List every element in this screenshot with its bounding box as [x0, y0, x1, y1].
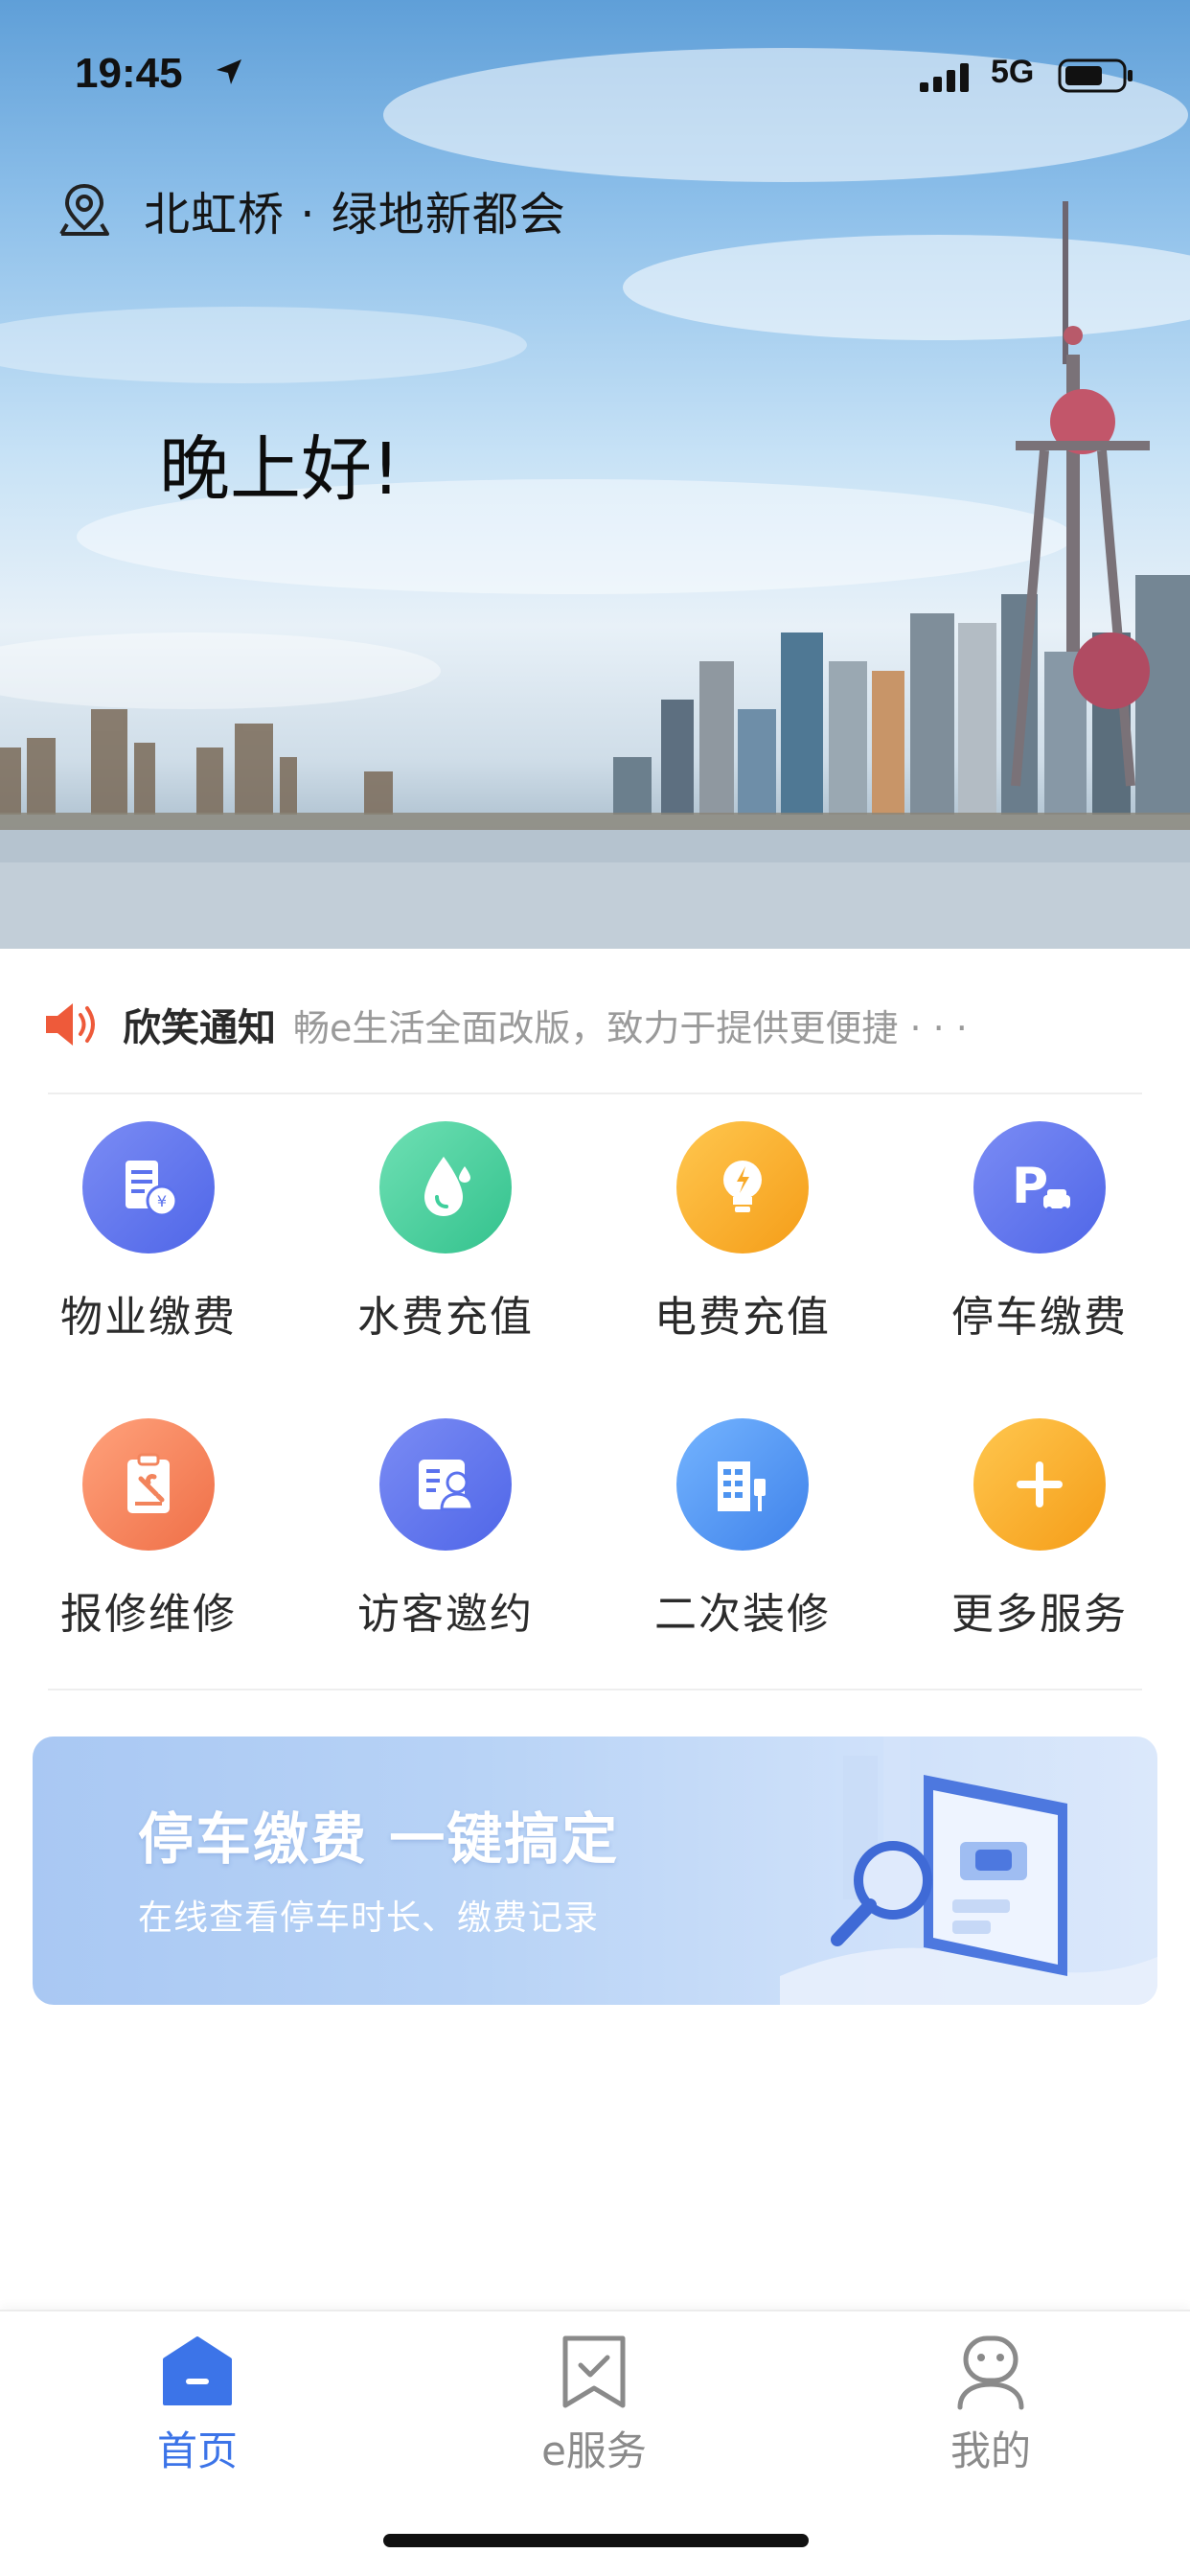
- building-brush-icon: [676, 1418, 809, 1551]
- plus-icon: [973, 1418, 1106, 1551]
- service-property-fee[interactable]: ¥ 物业缴费: [0, 1112, 297, 1351]
- service-label: 水费充值: [357, 1293, 534, 1342]
- status-bar: 19:45 5G: [0, 0, 1190, 144]
- service-label: 访客邀约: [357, 1590, 534, 1639]
- service-label: 报修维修: [60, 1590, 237, 1639]
- service-label: 更多服务: [951, 1590, 1128, 1639]
- parking-promo-banner[interactable]: 停车缴费 一键搞定 在线查看停车时长、缴费记录: [33, 1736, 1157, 2005]
- divider: [48, 1689, 1142, 1690]
- map-pin-icon: [59, 183, 109, 236]
- svg-text:P: P: [1012, 1158, 1048, 1215]
- property-bill-icon: ¥: [82, 1121, 215, 1254]
- profile-icon: [957, 2335, 1024, 2410]
- tab-label: e服务: [541, 2427, 647, 2474]
- service-water-recharge[interactable]: 水费充值: [297, 1112, 594, 1351]
- divider: [48, 1092, 1142, 1094]
- tab-mine[interactable]: 我的: [866, 2331, 1115, 2503]
- location-selector[interactable]: 北虹桥 · 绿地新都会: [56, 178, 566, 242]
- location-arrow-icon: [217, 59, 241, 84]
- speaker-icon: [46, 1003, 95, 1046]
- banner-subtitle: 在线查看停车时长、缴费记录: [138, 1898, 600, 1938]
- tab-label: 我的: [950, 2427, 1031, 2474]
- service-label: 二次装修: [654, 1590, 831, 1639]
- hero-banner: 19:45 5G 北虹桥 · 绿地新都会 晚上好!: [0, 0, 1190, 949]
- lightbulb-icon: [676, 1121, 809, 1254]
- service-grid: ¥ 物业缴费 水费充值 电费充值 P 停车缴费 报修维修 访客邀约 二次装修 更…: [0, 1112, 1190, 1648]
- service-repair[interactable]: 报修维修: [0, 1409, 297, 1648]
- service-label: 电费充值: [654, 1293, 831, 1342]
- service-parking-fee[interactable]: P 停车缴费: [891, 1112, 1188, 1351]
- service-more[interactable]: 更多服务: [891, 1409, 1188, 1648]
- greeting-text: 晚上好!: [159, 428, 400, 511]
- service-label: 物业缴费: [60, 1293, 237, 1342]
- notice-title: 欣笑通知: [123, 1006, 276, 1050]
- service-visitor-invite[interactable]: 访客邀约: [297, 1409, 594, 1648]
- notice-text: 畅e生活全面改版，致力于提供更便捷 · · ·: [293, 1006, 968, 1049]
- banner-title: 停车缴费 一键搞定: [138, 1806, 620, 1872]
- network-type: 5G: [991, 54, 1035, 90]
- parking-illustration: [780, 1736, 1157, 2005]
- svg-text:¥: ¥: [157, 1192, 167, 1210]
- service-label: 停车缴费: [951, 1293, 1128, 1342]
- location-name: 北虹桥 · 绿地新都会: [144, 188, 566, 242]
- repair-clipboard-icon: [82, 1418, 215, 1551]
- water-drop-icon: [379, 1121, 512, 1254]
- notice-bar[interactable]: 欣笑通知 畅e生活全面改版，致力于提供更便捷 · · ·: [42, 987, 1154, 1062]
- parking-icon: P: [973, 1121, 1106, 1254]
- tab-label: 首页: [156, 2427, 238, 2474]
- service-electricity-recharge[interactable]: 电费充值: [594, 1112, 891, 1351]
- status-time: 19:45: [75, 50, 183, 97]
- signal-icon: [920, 63, 969, 92]
- battery-icon: [1058, 58, 1133, 93]
- visitor-card-icon: [379, 1418, 512, 1551]
- home-indicator[interactable]: [383, 2534, 809, 2547]
- bookmark-check-icon: [562, 2335, 626, 2408]
- home-icon: [163, 2336, 232, 2405]
- tab-e-service[interactable]: e服务: [469, 2331, 719, 2503]
- tab-home[interactable]: 首页: [73, 2331, 322, 2503]
- service-renovation[interactable]: 二次装修: [594, 1409, 891, 1648]
